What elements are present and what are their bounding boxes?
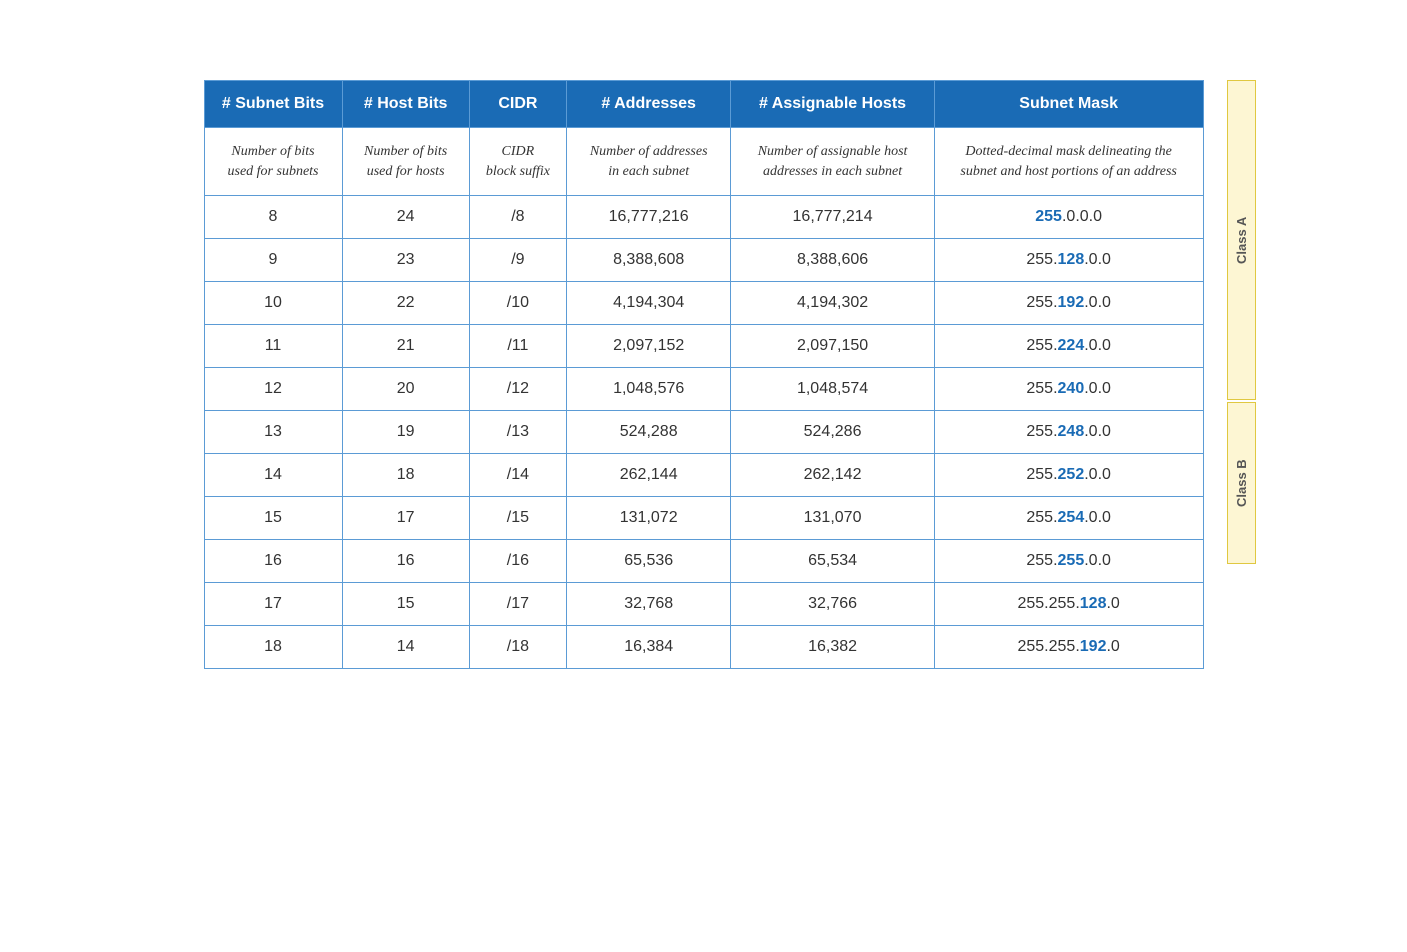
subnet-bits-cell: 15 [204, 497, 342, 540]
subheader-row: Number of bits used for subnetsNumber of… [204, 128, 1203, 196]
host-bits-cell: 15 [342, 583, 469, 626]
cidr-cell: /9 [469, 239, 566, 282]
host-bits-cell: 19 [342, 411, 469, 454]
subnet-mask-cell: 255.240.0.0 [934, 368, 1203, 411]
table-row: 1121/112,097,1522,097,150255.224.0.0 [204, 325, 1203, 368]
assignable-cell: 8,388,606 [731, 239, 934, 282]
header-cell-4: # Assignable Hosts [731, 81, 934, 128]
addresses-cell: 16,777,216 [567, 196, 731, 239]
subheader-cell-4: Number of assignable host addresses in e… [731, 128, 934, 196]
subnet-mask-cell: 255.128.0.0 [934, 239, 1203, 282]
cidr-cell: /8 [469, 196, 566, 239]
host-bits-cell: 17 [342, 497, 469, 540]
addresses-cell: 1,048,576 [567, 368, 731, 411]
table-row: 1616/1665,53665,534255.255.0.0 [204, 540, 1203, 583]
addresses-cell: 131,072 [567, 497, 731, 540]
host-bits-cell: 23 [342, 239, 469, 282]
subnet-mask-cell: 255.254.0.0 [934, 497, 1203, 540]
subnet-mask-cell: 255.255.0.0 [934, 540, 1203, 583]
table-row: 824/816,777,21616,777,214255.0.0.0 [204, 196, 1203, 239]
assignable-cell: 524,286 [731, 411, 934, 454]
subheader-cell-2: CIDR block suffix [469, 128, 566, 196]
subnet-mask-cell: 255.0.0.0 [934, 196, 1203, 239]
cidr-cell: /10 [469, 282, 566, 325]
subheader-cell-5: Dotted-decimal mask delineating the subn… [934, 128, 1203, 196]
cidr-cell: /15 [469, 497, 566, 540]
page-container: # Subnet Bits# Host BitsCIDR# Addresses#… [204, 40, 1204, 669]
subnet-bits-cell: 16 [204, 540, 342, 583]
host-bits-cell: 16 [342, 540, 469, 583]
subnet-bits-cell: 9 [204, 239, 342, 282]
assignable-cell: 1,048,574 [731, 368, 934, 411]
addresses-cell: 4,194,304 [567, 282, 731, 325]
host-bits-cell: 20 [342, 368, 469, 411]
assignable-cell: 262,142 [731, 454, 934, 497]
table-row: 1319/13524,288524,286255.248.0.0 [204, 411, 1203, 454]
table-wrapper: # Subnet Bits# Host BitsCIDR# Addresses#… [204, 80, 1204, 669]
table-row: 1022/104,194,3044,194,302255.192.0.0 [204, 282, 1203, 325]
cidr-cell: /13 [469, 411, 566, 454]
subnet-mask-cell: 255.192.0.0 [934, 282, 1203, 325]
assignable-cell: 32,766 [731, 583, 934, 626]
assignable-cell: 16,777,214 [731, 196, 934, 239]
assignable-cell: 131,070 [731, 497, 934, 540]
subnet-bits-cell: 18 [204, 626, 342, 669]
cidr-cell: /12 [469, 368, 566, 411]
subnet-mask-cell: 255.252.0.0 [934, 454, 1203, 497]
header-cell-2: CIDR [469, 81, 566, 128]
addresses-cell: 262,144 [567, 454, 731, 497]
addresses-cell: 524,288 [567, 411, 731, 454]
host-bits-cell: 24 [342, 196, 469, 239]
table-row: 1517/15131,072131,070255.254.0.0 [204, 497, 1203, 540]
addresses-cell: 2,097,152 [567, 325, 731, 368]
assignable-cell: 4,194,302 [731, 282, 934, 325]
class-side-labels: Class A Class B [1227, 80, 1256, 564]
addresses-cell: 16,384 [567, 626, 731, 669]
subnet-bits-cell: 12 [204, 368, 342, 411]
subnet-bits-cell: 10 [204, 282, 342, 325]
table-row: 1220/121,048,5761,048,574255.240.0.0 [204, 368, 1203, 411]
cidr-cell: /17 [469, 583, 566, 626]
subnet-mask-cell: 255.255.192.0 [934, 626, 1203, 669]
header-cell-3: # Addresses [567, 81, 731, 128]
host-bits-cell: 18 [342, 454, 469, 497]
subnet-mask-cell: 255.248.0.0 [934, 411, 1203, 454]
subnet-bits-cell: 8 [204, 196, 342, 239]
header-row: # Subnet Bits# Host BitsCIDR# Addresses#… [204, 81, 1203, 128]
header-cell-1: # Host Bits [342, 81, 469, 128]
class-a-label: Class A [1227, 80, 1256, 400]
header-cell-0: # Subnet Bits [204, 81, 342, 128]
assignable-cell: 16,382 [731, 626, 934, 669]
assignable-cell: 2,097,150 [731, 325, 934, 368]
addresses-cell: 32,768 [567, 583, 731, 626]
subnet-bits-cell: 17 [204, 583, 342, 626]
table-row: 1715/1732,76832,766255.255.128.0 [204, 583, 1203, 626]
subnet-bits-cell: 13 [204, 411, 342, 454]
cidr-cell: /16 [469, 540, 566, 583]
header-cell-5: Subnet Mask [934, 81, 1203, 128]
subheader-cell-1: Number of bits used for hosts [342, 128, 469, 196]
subnet-mask-cell: 255.224.0.0 [934, 325, 1203, 368]
table-row: 1418/14262,144262,142255.252.0.0 [204, 454, 1203, 497]
host-bits-cell: 21 [342, 325, 469, 368]
cidr-cell: /11 [469, 325, 566, 368]
subnet-mask-cell: 255.255.128.0 [934, 583, 1203, 626]
table-row: 923/98,388,6088,388,606255.128.0.0 [204, 239, 1203, 282]
class-b-label: Class B [1227, 402, 1256, 564]
host-bits-cell: 14 [342, 626, 469, 669]
cidr-cell: /18 [469, 626, 566, 669]
assignable-cell: 65,534 [731, 540, 934, 583]
addresses-cell: 65,536 [567, 540, 731, 583]
subnet-bits-cell: 11 [204, 325, 342, 368]
host-bits-cell: 22 [342, 282, 469, 325]
subheader-cell-0: Number of bits used for subnets [204, 128, 342, 196]
subheader-cell-3: Number of addresses in each subnet [567, 128, 731, 196]
addresses-cell: 8,388,608 [567, 239, 731, 282]
subnet-chart-table: # Subnet Bits# Host BitsCIDR# Addresses#… [204, 80, 1204, 669]
table-row: 1814/1816,38416,382255.255.192.0 [204, 626, 1203, 669]
subnet-bits-cell: 14 [204, 454, 342, 497]
cidr-cell: /14 [469, 454, 566, 497]
